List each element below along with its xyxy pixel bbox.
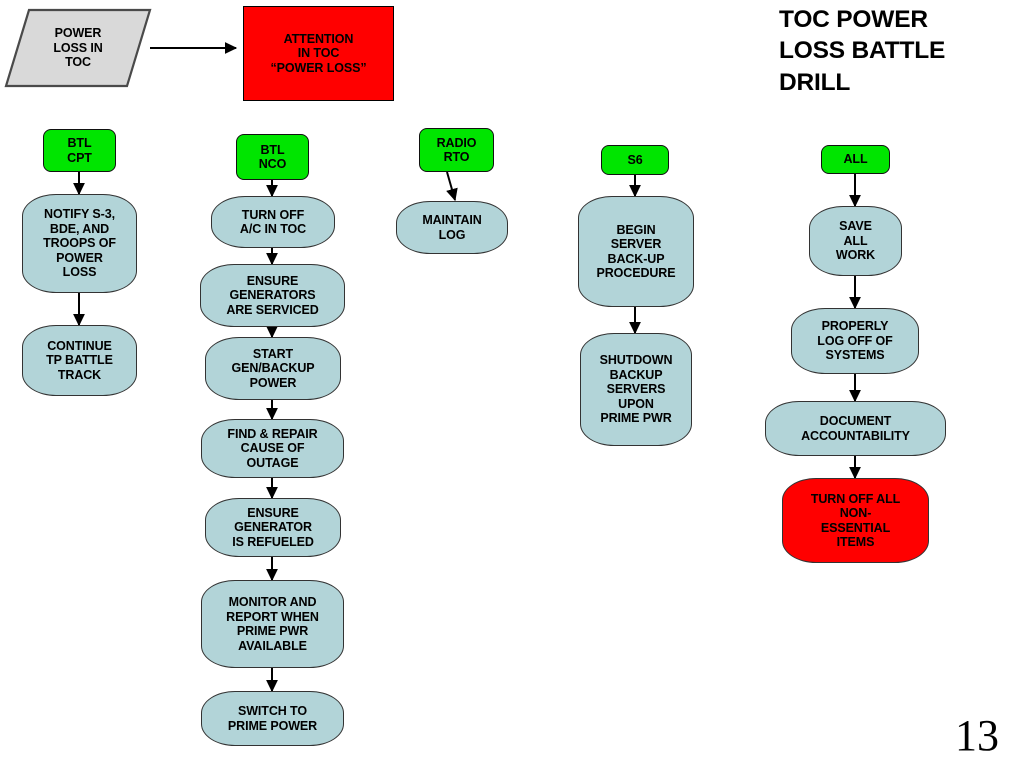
- role-s6[interactable]: S6: [601, 145, 669, 175]
- step-maintain-log[interactable]: MAINTAIN LOG: [396, 201, 508, 254]
- connector-layer: [73, 42, 861, 693]
- power-loss-input-shape: POWER LOSS IN TOC: [4, 8, 152, 88]
- role-btl-cpt[interactable]: BTL CPT: [43, 129, 116, 172]
- step-start-gen-backup-power[interactable]: START GEN/BACKUP POWER: [205, 337, 341, 400]
- page-number: 13: [955, 711, 999, 760]
- flowchart-canvas: TOC POWER LOSS BATTLE DRILL POWER LOSS I…: [0, 0, 1024, 768]
- step-save-all-work[interactable]: SAVE ALL WORK: [809, 206, 902, 276]
- page-title: TOC POWER LOSS BATTLE DRILL: [779, 6, 946, 96]
- step-shutdown-backup-servers[interactable]: SHUTDOWN BACKUP SERVERS UPON PRIME PWR: [580, 333, 692, 446]
- step-begin-server-backup-procedure[interactable]: BEGIN SERVER BACK-UP PROCEDURE: [578, 196, 694, 307]
- step-turn-off-ac-in-toc[interactable]: TURN OFF A/C IN TOC: [211, 196, 335, 248]
- step-properly-log-off-systems[interactable]: PROPERLY LOG OFF OF SYSTEMS: [791, 308, 919, 374]
- step-turn-off-non-essential-items[interactable]: TURN OFF ALL NON- ESSENTIAL ITEMS: [782, 478, 929, 563]
- step-switch-to-prime-power[interactable]: SWITCH TO PRIME POWER: [201, 691, 344, 746]
- role-all[interactable]: ALL: [821, 145, 890, 174]
- step-monitor-report-prime-pwr[interactable]: MONITOR AND REPORT WHEN PRIME PWR AVAILA…: [201, 580, 344, 668]
- step-document-accountability[interactable]: DOCUMENT ACCOUNTABILITY: [765, 401, 946, 456]
- step-ensure-generator-refueled[interactable]: ENSURE GENERATOR IS REFUELED: [205, 498, 341, 557]
- role-radio-rto[interactable]: RADIO RTO: [419, 128, 494, 172]
- role-btl-nco[interactable]: BTL NCO: [236, 134, 309, 180]
- attention-alert-box: ATTENTION IN TOC “POWER LOSS”: [243, 6, 394, 101]
- arrow-c3-role-to-s1: [446, 171, 458, 202]
- step-find-repair-cause-of-outage[interactable]: FIND & REPAIR CAUSE OF OUTAGE: [201, 419, 344, 478]
- step-continue-tp-battle-track[interactable]: CONTINUE TP BATTLE TRACK: [22, 325, 137, 396]
- step-notify-s3-bde-troops[interactable]: NOTIFY S-3, BDE, AND TROOPS OF POWER LOS…: [22, 194, 137, 293]
- step-ensure-generators-serviced[interactable]: ENSURE GENERATORS ARE SERVICED: [200, 264, 345, 327]
- power-loss-input-label: POWER LOSS IN TOC: [53, 25, 103, 70]
